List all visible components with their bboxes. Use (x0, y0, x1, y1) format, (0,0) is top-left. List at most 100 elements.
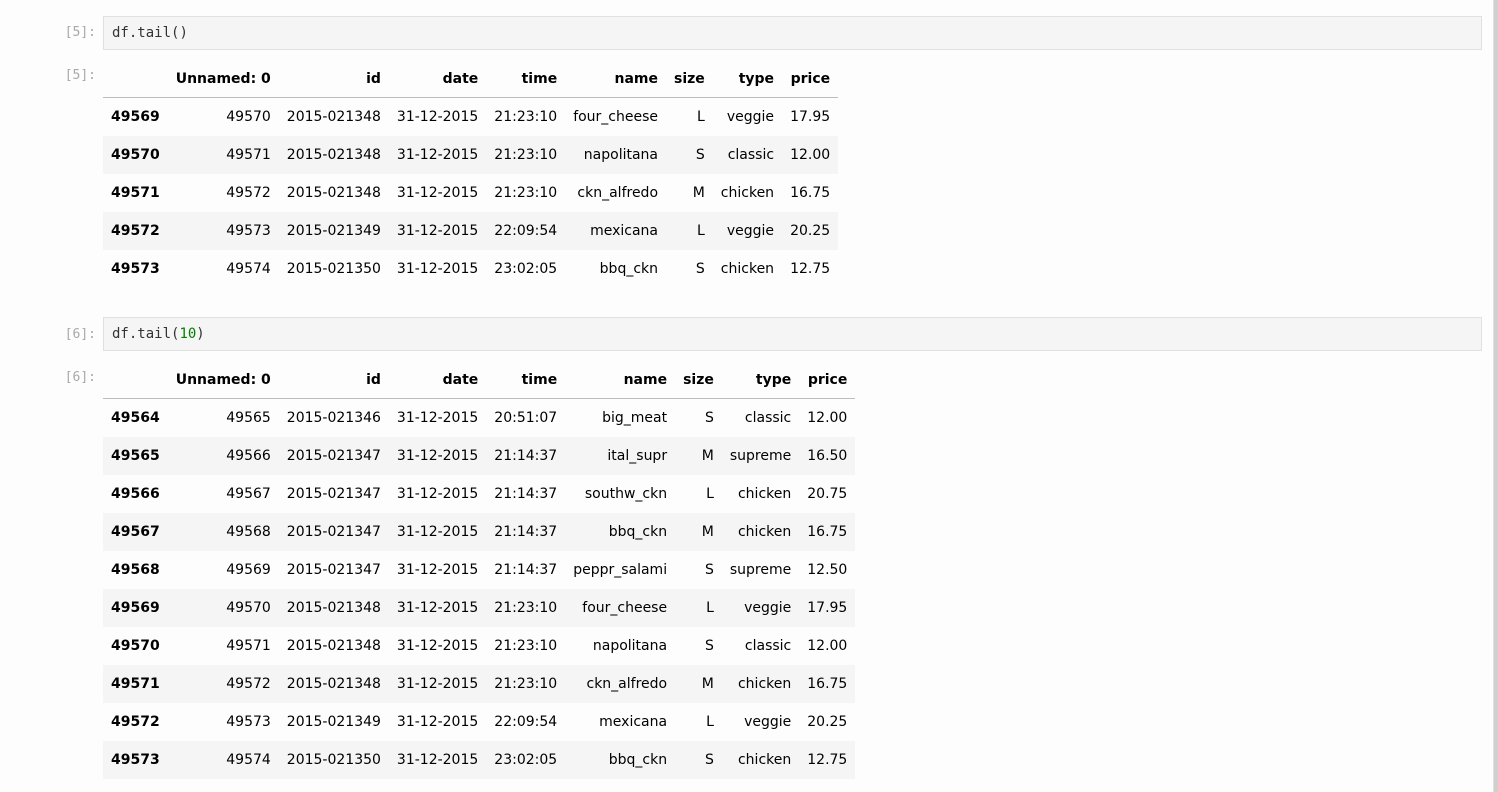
table-cell: 20.25 (807, 714, 848, 730)
table-cell: chicken (720, 261, 775, 277)
table-cell: L (706, 714, 714, 730)
table-row: 49565 49566 2015-021347 31-12-2015 21:14:37 i… (103, 437, 856, 475)
table-cell: 49569 (226, 562, 271, 578)
column-header: Unnamed: 0 (167, 60, 279, 98)
table-cell: 16.75 (790, 185, 831, 201)
input-prompt: [5]: (64, 25, 96, 40)
column-header: type (712, 60, 783, 98)
table-cell: ital_supr (607, 448, 668, 464)
table-cell: 21:14:37 (494, 562, 558, 578)
table-cell: 17.95 (807, 600, 848, 616)
table-cell: 21:23:10 (494, 185, 558, 201)
table-row: 49570 49571 2015-021348 31-12-2015 21:23:10 n… (103, 136, 839, 174)
table-cell: 2015-021347 (286, 562, 381, 578)
row-index: 49571 (111, 676, 160, 692)
table-cell: 2015-021346 (286, 410, 381, 426)
table-cell: 31-12-2015 (396, 185, 479, 201)
table-row: 49571 49572 2015-021348 31-12-2015 21:23:10 c… (103, 665, 856, 703)
table-cell: 31-12-2015 (396, 410, 479, 426)
table-cell: 12.75 (807, 752, 848, 768)
table-row: 49568 49569 2015-021347 31-12-2015 21:14:37 p… (103, 551, 855, 589)
table-cell: 49573 (226, 223, 271, 239)
table-cell: 49570 (226, 600, 271, 616)
table-cell: peppr_salami (573, 562, 668, 578)
table-cell: veggie (726, 109, 775, 125)
table-cell: 2015-021348 (286, 185, 381, 201)
table-cell: 23:02:05 (494, 752, 558, 768)
table-cell: 21:23:10 (494, 600, 558, 616)
table-cell: mexicana (599, 714, 668, 730)
column-header: time (486, 361, 566, 399)
vertical-scrollbar[interactable] (1493, 0, 1498, 792)
row-index: 49569 (111, 109, 160, 125)
table-row: 49573 49574 2015-021350 31-12-2015 23:02:05 b… (103, 741, 856, 779)
table-cell: classic (727, 147, 775, 163)
output-prompt: [5]: (64, 68, 96, 83)
table-cell: 2015-021348 (286, 109, 381, 125)
table-cell: four_cheese (573, 109, 659, 125)
table-cell: chicken (737, 752, 792, 768)
table-cell: 2015-021348 (286, 600, 381, 616)
table-row: 49569 49570 2015-021348 31-12-2015 21:23:10 f… (103, 98, 838, 137)
table-row: 49573 49574 2015-021350 31-12-2015 23:02:05 b… (103, 250, 838, 288)
table-cell: 12.00 (790, 147, 831, 163)
row-index: 49572 (111, 223, 160, 239)
row-index: 49570 (111, 147, 160, 163)
table-cell: 21:23:10 (494, 676, 558, 692)
table-cell: 21:14:37 (494, 486, 558, 502)
table-cell: L (706, 486, 714, 502)
row-index: 49564 (111, 410, 160, 426)
column-header: price (782, 60, 839, 98)
table-cell: 2015-021347 (286, 524, 381, 540)
table-cell: 31-12-2015 (396, 223, 479, 239)
row-index: 49573 (111, 261, 160, 277)
table-cell: M (692, 185, 705, 201)
table-cell: 20.25 (790, 223, 831, 239)
table-cell: 2015-021347 (286, 448, 381, 464)
table-cell: big_meat (602, 410, 668, 426)
table-cell: ckn_alfredo (577, 185, 659, 201)
row-index: 49573 (111, 752, 160, 768)
table-cell: chicken (737, 676, 792, 692)
row-index: 49572 (111, 714, 160, 730)
column-header: size (666, 60, 713, 98)
row-index: 49565 (111, 448, 160, 464)
notebook: [5]: df.tail() [5]: Unnamed: 0 id date time… (0, 0, 1494, 792)
table-cell: 2015-021348 (286, 676, 381, 692)
table-cell: M (701, 676, 714, 692)
table-cell: southw_ckn (584, 486, 668, 502)
table-row: 49572 49573 2015-021349 31-12-2015 22:09:54 m… (103, 703, 855, 741)
column-header: time (486, 60, 566, 98)
table-cell: 2015-021348 (286, 638, 381, 654)
table-cell: mexicana (590, 223, 659, 239)
table-cell: 31-12-2015 (396, 752, 479, 768)
table-cell: 12.75 (790, 261, 831, 277)
table-cell: 49571 (226, 638, 271, 654)
table-cell: 49573 (226, 714, 271, 730)
table-cell: bbq_ckn (608, 752, 668, 768)
table-cell: classic (744, 410, 792, 426)
table-cell: 21:23:10 (494, 109, 558, 125)
table-cell: 49572 (226, 676, 271, 692)
row-index: 49570 (111, 638, 160, 654)
row-index: 49566 (111, 486, 160, 502)
table-cell: 2015-021347 (286, 486, 381, 502)
table-cell: 2015-021348 (286, 147, 381, 163)
table-cell: chicken (720, 185, 775, 201)
table-cell: 49574 (226, 261, 271, 277)
table-cell: 31-12-2015 (396, 486, 479, 502)
table-cell: 31-12-2015 (396, 147, 479, 163)
code-text: df.tail( (112, 25, 180, 41)
table-cell: veggie (744, 714, 792, 730)
table-cell: napolitana (583, 147, 659, 163)
table-cell: L (706, 600, 714, 616)
table-cell: 2015-021349 (286, 714, 381, 730)
row-index: 49568 (111, 562, 160, 578)
table-cell: S (695, 147, 705, 163)
header-row: Unnamed: 0 id date time name size type price (103, 361, 856, 399)
code-input[interactable]: df.tail(10) (103, 317, 1482, 351)
table-cell: 2015-021350 (286, 752, 381, 768)
code-input[interactable]: df.tail() (103, 16, 1482, 50)
table-cell: 31-12-2015 (396, 562, 479, 578)
table-cell: S (695, 261, 705, 277)
